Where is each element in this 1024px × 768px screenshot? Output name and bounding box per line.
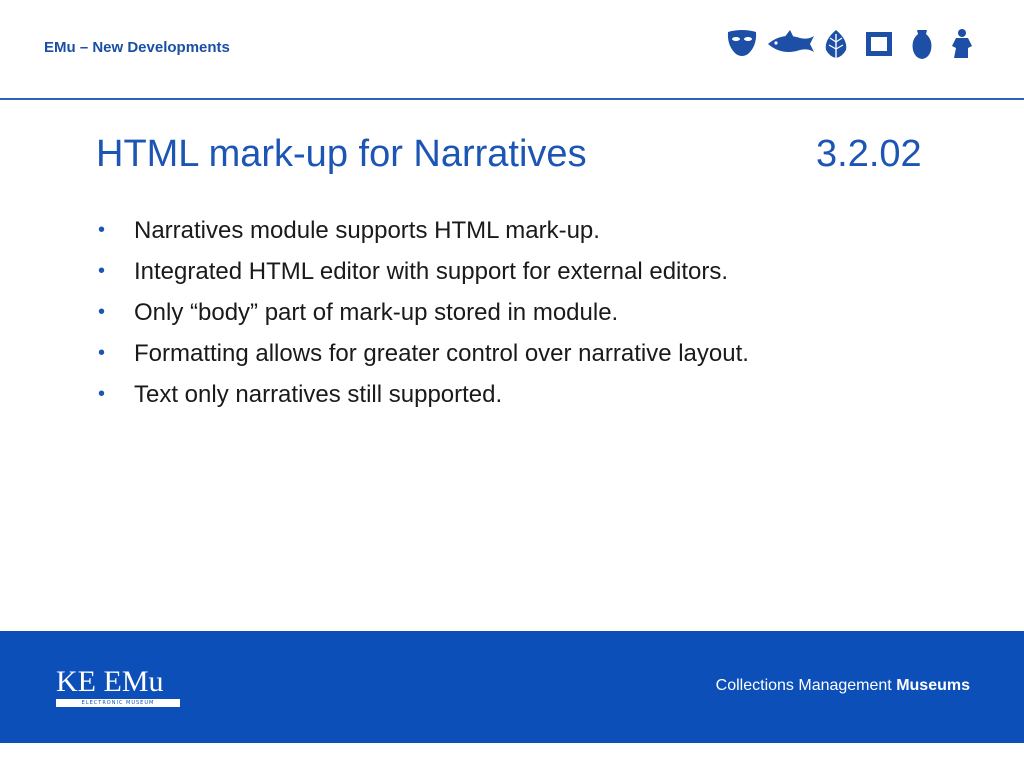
bullet-marker: • xyxy=(98,342,106,364)
slide: EMu – New Developments HTML mark-up for … xyxy=(0,0,1024,768)
vase-icon xyxy=(912,30,932,59)
logo-subtext: ELECTRONIC MUSEUM xyxy=(81,700,155,706)
frame-icon xyxy=(866,32,892,56)
slide-title: HTML mark-up for Narratives xyxy=(96,133,587,175)
bullet-marker: • xyxy=(98,383,106,405)
bullet-marker: • xyxy=(98,260,106,282)
bullet-marker: • xyxy=(98,219,106,241)
ke-emu-logo: KE EMu ELECTRONIC MUSEUM xyxy=(56,665,182,709)
bullet-marker: • xyxy=(98,301,106,323)
leaf-icon xyxy=(825,30,847,60)
header-title: EMu – New Developments xyxy=(44,39,230,56)
header-icons xyxy=(724,26,980,62)
logo-text: KE EMu xyxy=(56,665,164,698)
bullet-text: Text only narratives still supported. xyxy=(134,381,503,408)
bottom-strip xyxy=(0,743,1024,768)
slide-number: 3.2.02 xyxy=(816,133,922,175)
bullet-text: Formatting allows for greater control ov… xyxy=(134,340,749,367)
bullet-text: Integrated HTML editor with support for … xyxy=(134,258,729,285)
tagline-bold: Museums xyxy=(896,677,970,694)
fish-icon xyxy=(768,30,814,52)
mask-icon xyxy=(727,30,757,56)
bullet-text: Narratives module supports HTML mark-up. xyxy=(134,217,600,244)
header-divider xyxy=(0,98,1024,100)
bullet-text: Only “body” part of mark-up stored in mo… xyxy=(134,299,619,326)
footer-tagline: Collections Management Museums xyxy=(716,677,970,695)
footer-band: KE EMu ELECTRONIC MUSEUM Collections Man… xyxy=(0,631,1024,743)
tagline-regular: Collections Management xyxy=(715,677,892,694)
statue-icon xyxy=(952,29,972,58)
